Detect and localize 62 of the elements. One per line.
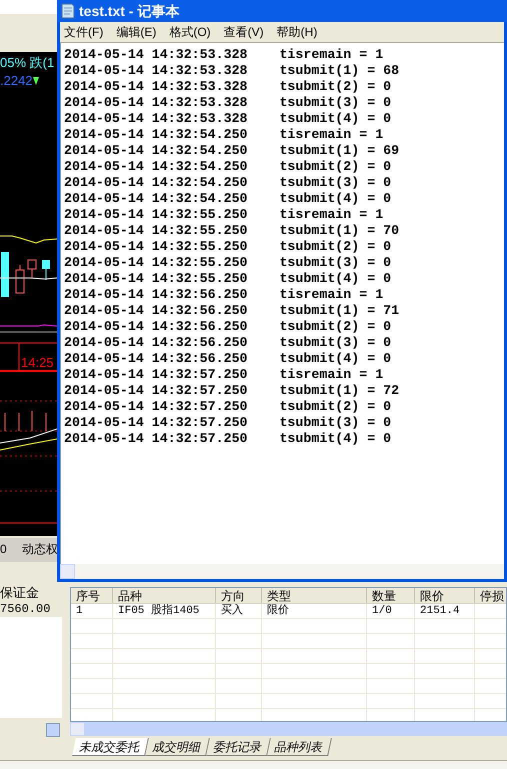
scroll-left-button[interactable]	[70, 722, 85, 736]
table-cell: 1/0	[367, 604, 415, 618]
table-cell: IF05 股指1405	[113, 604, 216, 618]
table-cell: 1	[71, 604, 113, 618]
column-header[interactable]: 方向	[216, 588, 262, 603]
time-label: 14:25	[21, 356, 54, 369]
column-header[interactable]: 序号	[71, 588, 113, 603]
tab[interactable]: 委托记录	[206, 738, 271, 756]
column-header[interactable]: 限价	[415, 588, 475, 603]
menu-item[interactable]: 格式(O)	[169, 23, 211, 41]
horizontal-scrollbar[interactable]	[70, 722, 507, 736]
toolbar-text: 0	[0, 543, 7, 555]
text-line: 2014-05-14 14:32:55.250 tsubmit(3) = 0	[64, 255, 392, 271]
text-line: 2014-05-14 14:32:53.328 tsubmit(1) = 68	[64, 63, 400, 79]
toolbar-label: 动态权	[22, 543, 58, 555]
table-cell: 7560.00	[0, 602, 62, 617]
text-line: 2014-05-14 14:32:57.250 tsubmit(1) = 72	[64, 383, 400, 399]
text-line: 2014-05-14 14:32:55.250 tisremain = 1	[64, 207, 384, 223]
menu-item[interactable]: 编辑(E)	[116, 23, 156, 41]
table-cell: 买入	[216, 604, 262, 618]
window-title: test.txt - 记事本	[79, 2, 180, 20]
quote-change-text: 05% 跌(1	[0, 56, 54, 69]
tab[interactable]: 成交明细	[145, 738, 210, 756]
text-line: 2014-05-14 14:32:54.250 tisremain = 1	[64, 127, 384, 143]
horizontal-scrollbar[interactable]	[60, 564, 504, 579]
text-line: 2014-05-14 14:32:56.250 tsubmit(3) = 0	[64, 335, 392, 351]
column-header[interactable]: 品种	[113, 588, 216, 603]
window-panel	[0, 0, 57, 14]
text-line: 2014-05-14 14:32:55.250 tsubmit(1) = 70	[64, 223, 400, 239]
menu-item[interactable]: 帮助(H)	[276, 23, 318, 41]
menu-item[interactable]: 文件(F)	[64, 23, 104, 41]
text-line: 2014-05-14 14:32:55.250 tsubmit(2) = 0	[64, 239, 392, 255]
price-text: .2242	[0, 74, 33, 87]
tab[interactable]: 品种列表	[267, 738, 332, 756]
text-line: 2014-05-14 14:32:53.328 tisremain = 1	[64, 47, 384, 63]
text-line: 2014-05-14 14:32:56.250 tsubmit(1) = 71	[64, 303, 400, 319]
column-header[interactable]: 停损	[475, 588, 506, 603]
text-line: 2014-05-14 14:32:55.250 tsubmit(4) = 0	[64, 271, 392, 287]
down-arrow-icon	[32, 76, 39, 84]
text-line: 2014-05-14 14:32:56.250 tsubmit(2) = 0	[64, 319, 392, 335]
column-header[interactable]: 类型	[262, 588, 367, 603]
table-cell: 2151.4	[415, 604, 475, 618]
text-line: 2014-05-14 14:32:53.328 tsubmit(4) = 0	[64, 111, 392, 127]
text-line: 2014-05-14 14:32:54.250 tsubmit(1) = 69	[64, 143, 400, 159]
scroll-right-button[interactable]	[46, 723, 60, 737]
text-line: 2014-05-14 14:32:54.250 tsubmit(3) = 0	[64, 175, 392, 191]
menu-item[interactable]: 查看(V)	[224, 23, 264, 41]
text-line: 2014-05-14 14:32:57.250 tsubmit(3) = 0	[64, 415, 392, 431]
text-line: 2014-05-14 14:32:54.250 tsubmit(2) = 0	[64, 159, 392, 175]
column-header[interactable]: 数量	[367, 588, 415, 603]
table-cell: 限价	[262, 604, 367, 618]
tab[interactable]: 未成交委托	[72, 738, 149, 756]
text-line: 2014-05-14 14:32:53.328 tsubmit(2) = 0	[64, 79, 392, 95]
text-line: 2014-05-14 14:32:56.250 tsubmit(4) = 0	[64, 351, 392, 367]
text-line: 2014-05-14 14:32:54.250 tsubmit(4) = 0	[64, 191, 392, 207]
notepad-icon	[61, 3, 75, 19]
scroll-left-button[interactable]	[60, 564, 75, 579]
text-line: 2014-05-14 14:32:57.250 tsubmit(2) = 0	[64, 399, 392, 415]
text-line: 2014-05-14 14:32:57.250 tisremain = 1	[64, 367, 384, 383]
text-line: 2014-05-14 14:32:56.250 tisremain = 1	[64, 287, 384, 303]
text-line: 2014-05-14 14:32:53.328 tsubmit(3) = 0	[64, 95, 392, 111]
text-line: 2014-05-14 14:32:57.250 tsubmit(4) = 0	[64, 431, 392, 447]
